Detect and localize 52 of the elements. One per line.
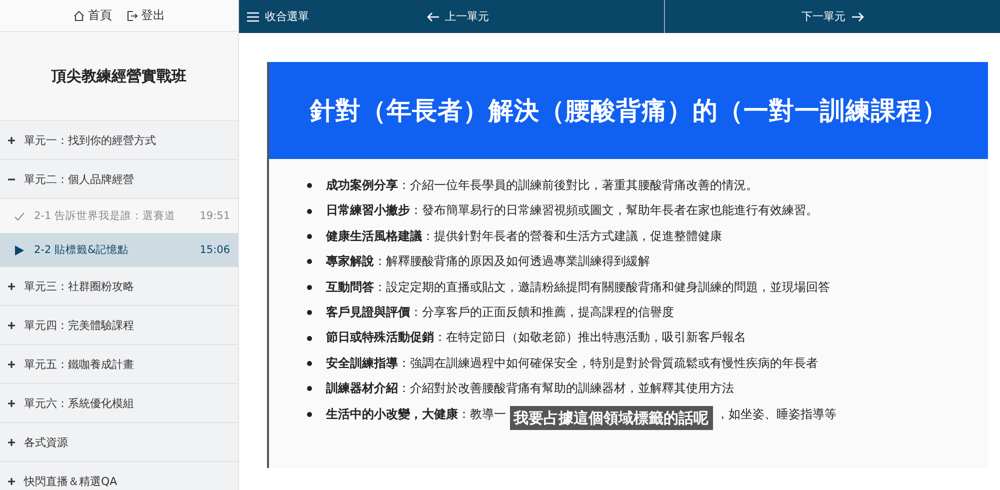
logout-icon xyxy=(126,10,138,22)
bullet-text: 互動問答：設定定期的直播或貼文，邀請粉絲提問有關腰酸背痛和健身訓練的問題，並現場回答 xyxy=(326,280,830,294)
bullet-icon xyxy=(307,208,312,214)
home-link[interactable]: 首頁 xyxy=(73,7,112,24)
plus-icon xyxy=(8,360,15,368)
bullet-text: 安全訓練指導：強調在訓練過程中如何確保安全，特別是對於骨質疏鬆或有慢性疾病的年長者 xyxy=(326,356,818,370)
minus-icon xyxy=(8,176,15,182)
bullet-text: 成功案例分享：介紹一位年長學員的訓練前後對比，著重其腰酸背痛改善的情況。 xyxy=(326,178,758,192)
bullet-text: 訓練器材介紹：介紹對於改善腰酸背痛有幫助的訓練器材，並解釋其使用方法 xyxy=(326,381,734,396)
section-item[interactable]: 單元一：找到你的經營方式 xyxy=(0,121,238,160)
bullet-icon xyxy=(307,412,312,417)
plus-icon xyxy=(8,282,15,290)
section-item[interactable]: 快閃直播＆精選QA xyxy=(0,462,238,490)
bullet-text: 專家解說：解釋腰酸背痛的原因及如何透過專業訓練得到緩解 xyxy=(326,254,650,268)
home-icon xyxy=(73,10,85,22)
section-item[interactable]: 單元四：完美體驗課程 xyxy=(0,306,238,345)
bullet-icon xyxy=(307,336,312,341)
plus-icon xyxy=(8,438,15,446)
bullet-icon xyxy=(307,183,312,188)
plus-icon xyxy=(8,400,15,406)
bullet-text: ，如坐姿、睡姿指導等 xyxy=(716,406,836,421)
course-title: 頂尖教練經營實戰班 xyxy=(52,66,186,86)
logout-link[interactable]: 登出 xyxy=(126,7,165,24)
bullet-text: 健康生活風格建議：提供針對年長者的營養和生活方式建議，促進整體健康 xyxy=(326,228,722,243)
section-item[interactable]: 單元五：鐵咖養成計畫 xyxy=(0,345,238,384)
next-unit-button[interactable]: 下一單元 xyxy=(796,0,870,33)
bullet-text: 生活中的小改變，大健康：教導一 xyxy=(326,406,506,421)
plus-icon xyxy=(8,478,15,484)
slide-title: 針對（年長者）解決（腰酸背痛）的（一對一訓練課程） xyxy=(310,95,948,127)
bullet-icon xyxy=(307,234,312,239)
plus-icon xyxy=(8,322,15,328)
section-item[interactable]: 各式資源 xyxy=(0,423,238,462)
bullet-text: 日常練習小撇步：發布簡單易行的日常練習視頻或圖文，幫助年長者在家也能進行有效練習。 xyxy=(326,203,818,218)
bullet-text: 節日或特殊活動促銷：在特定節日（如敬老節）推出特惠活動，吸引新客戶報名 xyxy=(326,330,746,344)
play-icon xyxy=(14,244,25,256)
plus-icon xyxy=(8,136,15,144)
left-arrow-icon xyxy=(427,12,439,22)
menu-icon xyxy=(247,12,259,22)
bullet-text: 客戶見證與評價：分享客戶的正面反饋和推薦，提高課程的信譽度 xyxy=(326,304,674,319)
section-item[interactable]: 單元六：系統優化模組 xyxy=(0,384,238,423)
bullet-icon xyxy=(307,259,312,264)
bullet-icon xyxy=(307,284,312,290)
section-item[interactable]: 單元三：社群圈粉攻略 xyxy=(0,267,238,306)
lesson-item[interactable]: 2-2 貼標籤&記憶點 15:06 xyxy=(0,233,238,267)
right-arrow-icon xyxy=(852,12,864,22)
collapse-menu-button[interactable]: 收合選單 xyxy=(241,5,315,28)
video-subtitle: 我要占據這個領域標籤的話呢 xyxy=(510,406,713,430)
bullet-icon xyxy=(307,360,312,366)
previous-unit-button[interactable]: 上一單元 xyxy=(421,5,495,28)
bullet-icon xyxy=(307,310,312,316)
checkmark-icon xyxy=(14,210,25,222)
bullet-icon xyxy=(307,386,312,392)
